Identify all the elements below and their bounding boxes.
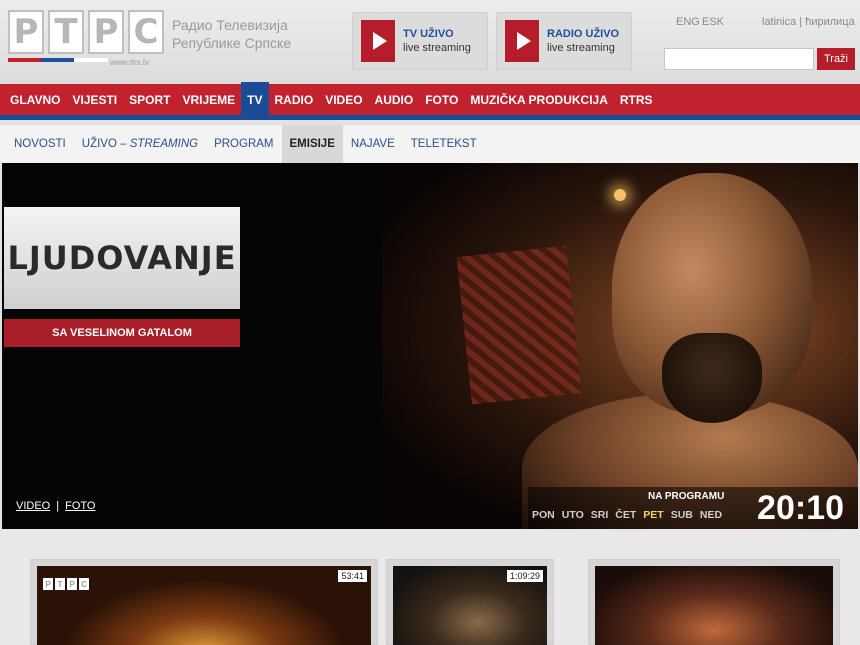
lang-eng-link[interactable]: ENG bbox=[676, 16, 700, 28]
show-subtitle: SA VESELINOM GATALOM bbox=[52, 327, 192, 339]
logo-letter: С bbox=[79, 578, 89, 590]
nav-item-radio[interactable]: RADIO bbox=[269, 82, 320, 118]
foto-link[interactable]: FOTO bbox=[65, 500, 95, 512]
subnav-program[interactable]: PROGRAM bbox=[206, 125, 281, 163]
logo-letter: Т bbox=[48, 10, 84, 54]
subnav-uzivo-streaming[interactable]: UŽIVO – STREAMING bbox=[74, 125, 206, 163]
thumbnail-image: 1:09:29 bbox=[393, 566, 547, 645]
logo-stripe bbox=[8, 58, 108, 62]
logo-url: www.rtrs.tv bbox=[110, 58, 150, 67]
subnav-streaming-label: STREAMING bbox=[129, 138, 199, 150]
thumbnail-image: Р Т Р С 53:41 bbox=[37, 566, 371, 645]
hero-banner[interactable]: LJUDOVANJE SA VESELINOM GATALOM VIDEO | … bbox=[2, 163, 858, 529]
nav-item-glavno[interactable]: GLAVNO bbox=[4, 82, 66, 118]
day-sri[interactable]: SRI bbox=[591, 509, 609, 521]
brand-line-2: Републике Српске bbox=[172, 35, 292, 51]
nav-item-vrijeme[interactable]: VRIJEME bbox=[176, 82, 241, 118]
day-pet[interactable]: PET bbox=[643, 509, 663, 521]
tv-live-title: TV UŽIVO bbox=[403, 28, 454, 40]
header: Р Т Р С www.rtrs.tv Радио Телевизија Реп… bbox=[0, 0, 860, 84]
logo-letter: Т bbox=[55, 578, 65, 590]
day-selector: PON UTO SRI ČET PET SUB NED bbox=[532, 509, 722, 521]
show-subtitle-box: SA VESELINOM GATALOM bbox=[4, 319, 240, 347]
thumbnail-duration: 1:09:29 bbox=[506, 570, 543, 582]
subnav-novosti[interactable]: NOVOSTI bbox=[6, 125, 74, 163]
day-sub[interactable]: SUB bbox=[671, 509, 693, 521]
logo-letter: Р bbox=[88, 10, 124, 54]
nav-item-video[interactable]: VIDEO bbox=[319, 82, 368, 118]
hero-person-beard bbox=[662, 333, 762, 423]
link-separator: | bbox=[56, 500, 60, 512]
subnav-najave[interactable]: NAJAVE bbox=[343, 125, 403, 163]
nav-item-muzicka-produkcija[interactable]: MUZIČKA PRODUKCIJA bbox=[464, 82, 614, 118]
logo-letter: С bbox=[128, 10, 164, 54]
thumbnail-card[interactable] bbox=[588, 559, 840, 645]
subnav-uzivo-label: UŽIVO – bbox=[81, 138, 127, 150]
program-time: 20:10 bbox=[757, 489, 844, 527]
hero-media-links: VIDEO | FOTO bbox=[16, 500, 95, 512]
logo-tiles: Р Т Р С bbox=[8, 10, 168, 54]
thumbnail-card[interactable]: 1:09:29 bbox=[386, 559, 554, 645]
day-pon[interactable]: PON bbox=[532, 509, 555, 521]
play-icon bbox=[361, 20, 395, 62]
rtrs-logo[interactable]: Р Т Р С www.rtrs.tv bbox=[8, 10, 168, 72]
subnav-teletekst[interactable]: TELETEKST bbox=[403, 125, 485, 163]
radio-live-title: RADIO UŽIVO bbox=[547, 28, 620, 40]
page: Р Т Р С www.rtrs.tv Радио Телевизија Реп… bbox=[0, 0, 860, 645]
sub-nav: NOVOSTI UŽIVO – STREAMING PROGRAM EMISIJ… bbox=[0, 125, 860, 163]
show-title-box: LJUDOVANJE bbox=[4, 207, 240, 309]
subnav-emisije[interactable]: EMISIJE bbox=[281, 125, 343, 163]
hero-prop-image bbox=[456, 245, 582, 405]
play-icon bbox=[505, 20, 539, 62]
program-panel: NA PROGRAMU PON UTO SRI ČET PET SUB NED … bbox=[528, 487, 858, 529]
logo-letter: Р bbox=[67, 578, 77, 590]
nav-item-audio[interactable]: AUDIO bbox=[369, 82, 420, 118]
show-title: LJUDOVANJE bbox=[7, 239, 237, 277]
script-switch-link[interactable]: latinica | ћирилица bbox=[762, 16, 855, 28]
search-input[interactable] bbox=[664, 48, 814, 70]
nav-item-vijesti[interactable]: VIJESTI bbox=[66, 82, 123, 118]
thumbnail-logo: Р Т Р С bbox=[43, 578, 89, 590]
thumbnail-image bbox=[595, 566, 833, 645]
day-uto[interactable]: UTO bbox=[562, 509, 584, 521]
hero-lamp bbox=[614, 189, 626, 201]
logo-letter: Р bbox=[8, 10, 44, 54]
nav-item-foto[interactable]: FOTO bbox=[419, 82, 464, 118]
nav-item-tv[interactable]: TV bbox=[241, 81, 269, 118]
lang-esk-link[interactable]: ESK bbox=[702, 16, 724, 28]
day-cet[interactable]: ČET bbox=[615, 509, 636, 521]
video-thumbnails: Р Т Р С 53:41 1:09:29 bbox=[0, 529, 860, 645]
tv-live-button[interactable]: TV UŽIVO live streaming bbox=[352, 12, 488, 70]
tv-live-subtitle: live streaming bbox=[403, 42, 471, 54]
nav-item-sport[interactable]: SPORT bbox=[123, 82, 176, 118]
brand-line-1: Радио Телевизија bbox=[172, 17, 288, 33]
radio-live-button[interactable]: RADIO UŽIVO live streaming bbox=[496, 12, 632, 70]
video-link[interactable]: VIDEO bbox=[16, 500, 50, 512]
program-label: NA PROGRAMU bbox=[648, 491, 725, 502]
search-button[interactable]: Traži bbox=[817, 48, 855, 70]
day-ned[interactable]: NED bbox=[700, 509, 722, 521]
logo-letter: Р bbox=[43, 578, 53, 590]
thumbnail-duration: 53:41 bbox=[338, 570, 367, 582]
thumbnail-card[interactable]: Р Т Р С 53:41 bbox=[30, 559, 378, 645]
radio-live-subtitle: live streaming bbox=[547, 42, 615, 54]
nav-item-rtrs[interactable]: RTRS bbox=[614, 82, 659, 118]
main-nav: GLAVNO VIJESTI SPORT VRIJEME TV RADIO VI… bbox=[0, 81, 860, 120]
brand-name: Радио Телевизија Републике Српске bbox=[172, 16, 291, 52]
